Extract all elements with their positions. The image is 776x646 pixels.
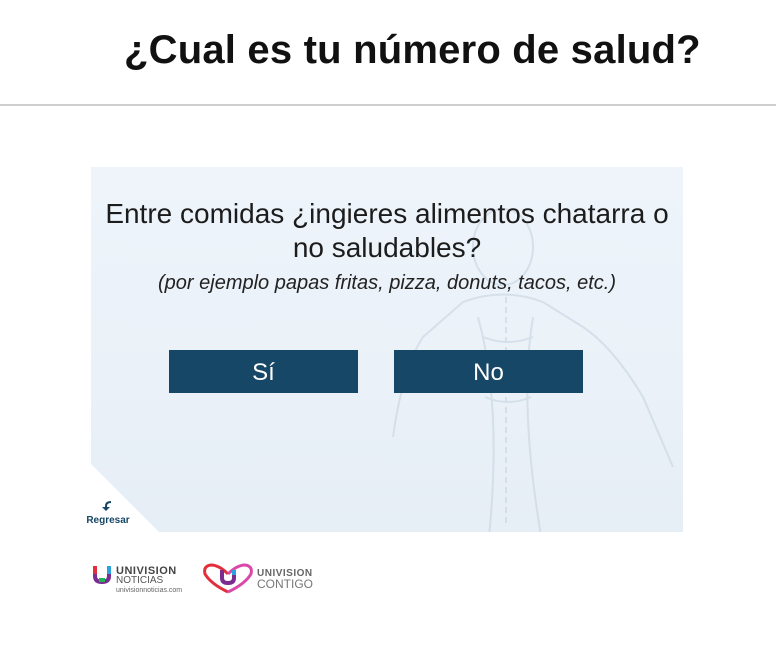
footer-logos: UNIVISION NOTICIAS univisionnoticias.com… — [91, 562, 351, 602]
univision-contigo-logo: UNIVISION CONTIGO — [201, 562, 313, 599]
logo2-sub: CONTIGO — [257, 577, 313, 591]
question-hint: (por ejemplo papas fritas, pizza, donuts… — [158, 272, 616, 294]
question-text: Entre comidas ¿ingieres alimentos chatar… — [105, 198, 669, 263]
no-button[interactable]: No — [394, 350, 583, 393]
back-label: Regresar — [86, 515, 130, 526]
page-title: ¿Cual es tu número de salud? — [124, 28, 701, 72]
page-header: ¿Cual es tu número de salud? — [0, 0, 776, 106]
univision-noticias-mark-icon — [93, 566, 111, 584]
logo1-sub: NOTICIAS — [116, 575, 164, 586]
univision-contigo-mark-icon — [203, 563, 253, 594]
logo1-url: univisionnoticias.com — [116, 587, 183, 594]
univision-noticias-logo: UNIVISION NOTICIAS univisionnoticias.com — [91, 562, 182, 594]
back-arrow-icon — [102, 501, 111, 511]
yes-button[interactable]: Sí — [169, 350, 358, 393]
quiz-panel: Entre comidas ¿ingieres alimentos chatar… — [91, 167, 683, 532]
back-button[interactable]: Regresar — [83, 499, 133, 526]
